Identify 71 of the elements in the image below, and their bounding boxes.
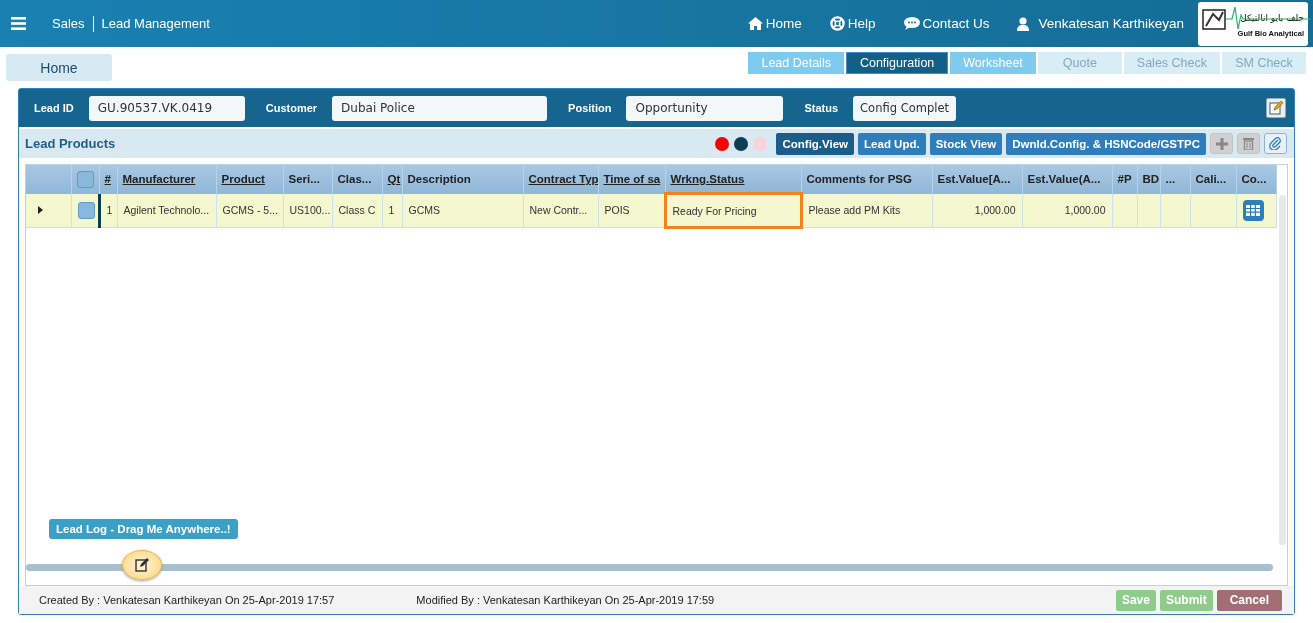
table-cell: 1,000.00	[974, 204, 1016, 217]
attach-button[interactable]	[1264, 133, 1287, 154]
grid-icon	[1246, 204, 1260, 216]
table-cell: US100...	[289, 204, 331, 217]
input-field[interactable]: Config Complet	[853, 95, 956, 121]
field-label: Position	[568, 102, 612, 114]
table-cell: Ready For Pricing	[672, 204, 757, 217]
table-cell: GCMS	[408, 204, 440, 217]
column-header: Cali...	[1195, 173, 1227, 186]
column-header[interactable]: #	[104, 173, 111, 186]
field-label: Customer	[265, 102, 318, 114]
help-icon[interactable]	[829, 16, 845, 31]
column-header: ...	[1165, 173, 1176, 186]
column-header: Est.Value[A...	[937, 173, 1011, 186]
table-cell: POIS	[604, 204, 630, 217]
column-header: Comments for PSG	[806, 173, 912, 186]
column-header: #P	[1117, 173, 1132, 186]
column-header: Est.Value(A...	[1027, 173, 1101, 186]
user-icon[interactable]	[1017, 16, 1030, 31]
toolbar-button[interactable]: Config.View	[776, 132, 855, 155]
app-name: Sales	[52, 16, 85, 31]
lead-log-button[interactable]	[122, 550, 162, 580]
toolbar-button[interactable]: Stock View	[929, 132, 1003, 155]
field-label: Lead ID	[34, 102, 74, 114]
table-cell: 1,000.00	[1064, 204, 1106, 217]
nav-link[interactable]: Contact Us	[903, 16, 990, 31]
nav-link[interactable]: Help	[829, 16, 876, 31]
tab[interactable]: Configuration	[845, 52, 949, 74]
toolbar-button[interactable]: Dwnld.Config. & HSNCode/GSTPC	[1006, 132, 1206, 155]
column-header: Co...	[1241, 173, 1267, 186]
column-header: BD	[1142, 173, 1159, 186]
edit-icon	[135, 558, 149, 572]
row-checkbox[interactable]	[77, 201, 95, 219]
cancel-button[interactable]: Cancel	[1216, 589, 1282, 611]
table-cell: Agilent Technolo...	[123, 204, 210, 217]
field-label: Status	[804, 102, 839, 114]
horizontal-scrollbar[interactable]	[26, 564, 1273, 571]
table-cell: 1	[388, 204, 395, 217]
edit-icon	[1269, 101, 1283, 115]
logo-arabic-text: جلف بايو انالتيكل	[1240, 13, 1304, 23]
column-header: Seri...	[288, 173, 320, 186]
nav-link[interactable]: Home	[747, 16, 802, 31]
grid-button[interactable]	[1242, 199, 1264, 221]
input-field[interactable]: GU.90537.VK.0419	[88, 95, 245, 121]
table-cell: GCMS - 5...	[222, 204, 278, 217]
column-header: Clas...	[337, 173, 372, 186]
menu-icon[interactable]	[11, 17, 26, 30]
column-header: Description	[407, 173, 471, 186]
table-cell: Please add PM Kits	[808, 204, 901, 217]
input-field[interactable]: Opportunity	[626, 95, 784, 121]
plus-icon	[1215, 137, 1228, 150]
section-title: Lead Products	[25, 136, 116, 151]
home-icon[interactable]	[747, 17, 763, 30]
user-menu[interactable]: Venkatesan Karthikeyan	[1017, 16, 1184, 31]
home-button[interactable]: Home	[6, 54, 112, 81]
created-info: Created By : Venkatesan Karthikeyan On 25-Apr-2019 17:57	[39, 594, 335, 606]
select-all-checkbox[interactable]	[76, 170, 94, 188]
table-cell: New Contr...	[529, 204, 588, 217]
table-cell: Class C	[338, 204, 376, 217]
module-name: Lead Management	[101, 16, 210, 31]
tooltip: Lead Log - Drag Me Anywhere..!	[49, 519, 238, 539]
edit-button[interactable]	[1266, 98, 1286, 118]
paperclip-icon	[1269, 137, 1282, 150]
table-cell: 1	[106, 204, 113, 217]
input-field[interactable]: Dubai Police	[332, 95, 548, 121]
toolbar-button[interactable]: Lead Upd.	[858, 132, 926, 155]
vertical-scrollbar[interactable]	[1279, 195, 1286, 545]
expand-icon[interactable]	[38, 206, 43, 215]
modified-info: Modified By : Venkatesan Karthikeyan On 25-Apr-2019 17:59	[416, 594, 715, 606]
chat-icon[interactable]	[903, 17, 920, 30]
trash-icon	[1243, 137, 1254, 150]
